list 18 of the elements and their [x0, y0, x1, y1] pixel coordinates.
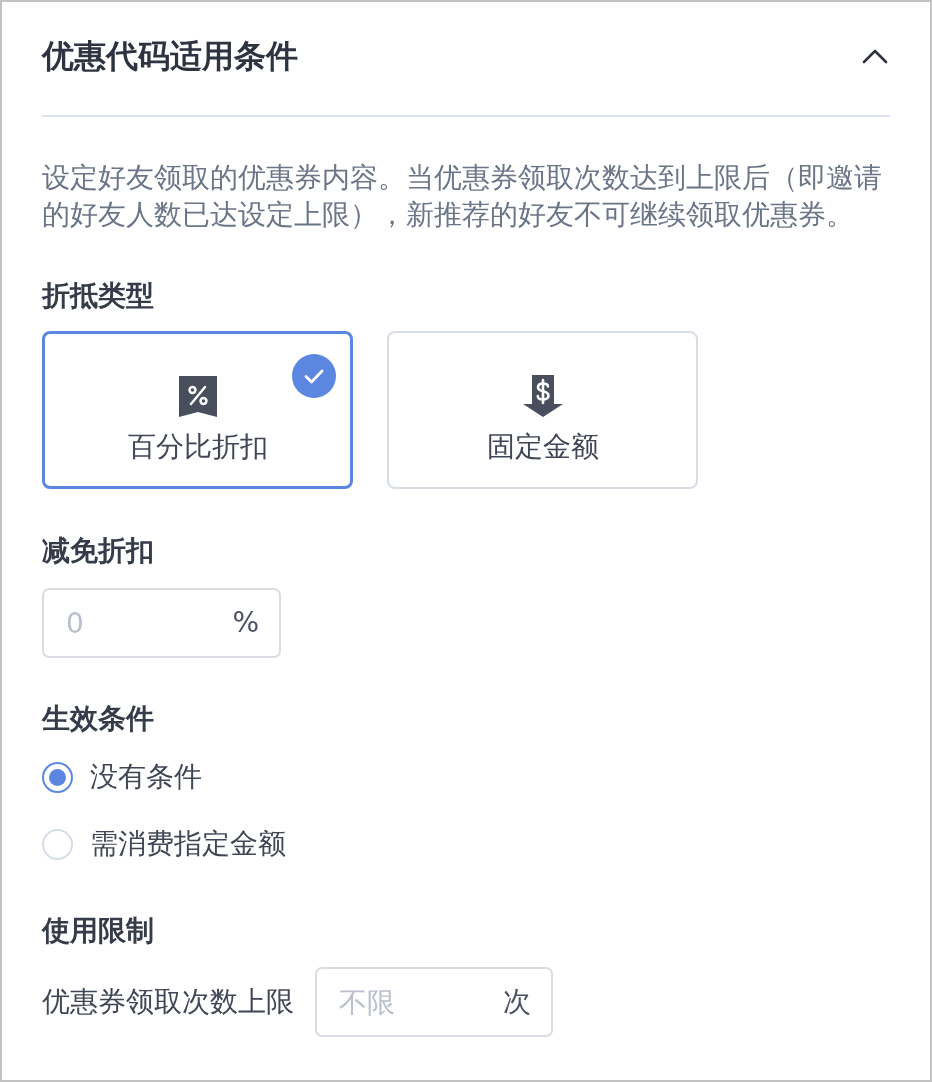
section-label: 生效条件	[42, 701, 154, 737]
checkmark-circle-icon	[292, 354, 336, 398]
unit-suffix: %	[232, 605, 259, 641]
collapse-chevron-icon[interactable]	[862, 48, 888, 64]
unit-suffix: 次	[503, 984, 531, 1020]
percent-tag-icon	[178, 376, 217, 417]
section-label: 使用限制	[42, 913, 154, 949]
radio-button[interactable]	[42, 761, 73, 793]
section-label: 折抵类型	[42, 278, 154, 314]
section-label: 减免折扣	[42, 533, 154, 569]
option-label: 没有条件	[90, 759, 202, 795]
discount-type-card[interactable]: 百分比折扣	[42, 331, 353, 489]
field-label: 优惠券领取次数上限	[42, 984, 294, 1020]
option-label: 需消费指定金额	[90, 826, 286, 862]
section-title: 优惠代码适用条件	[42, 36, 298, 76]
description-text: 设定好友领取的优惠券内容。当优惠券领取次数达到上限后（即邀请的好友人数已达设定上限），新推荐的好友不可继续领取优惠券。	[42, 160, 883, 233]
dollar-arrow-icon	[522, 375, 563, 417]
discount-type-card[interactable]: 固定金额	[387, 331, 698, 489]
